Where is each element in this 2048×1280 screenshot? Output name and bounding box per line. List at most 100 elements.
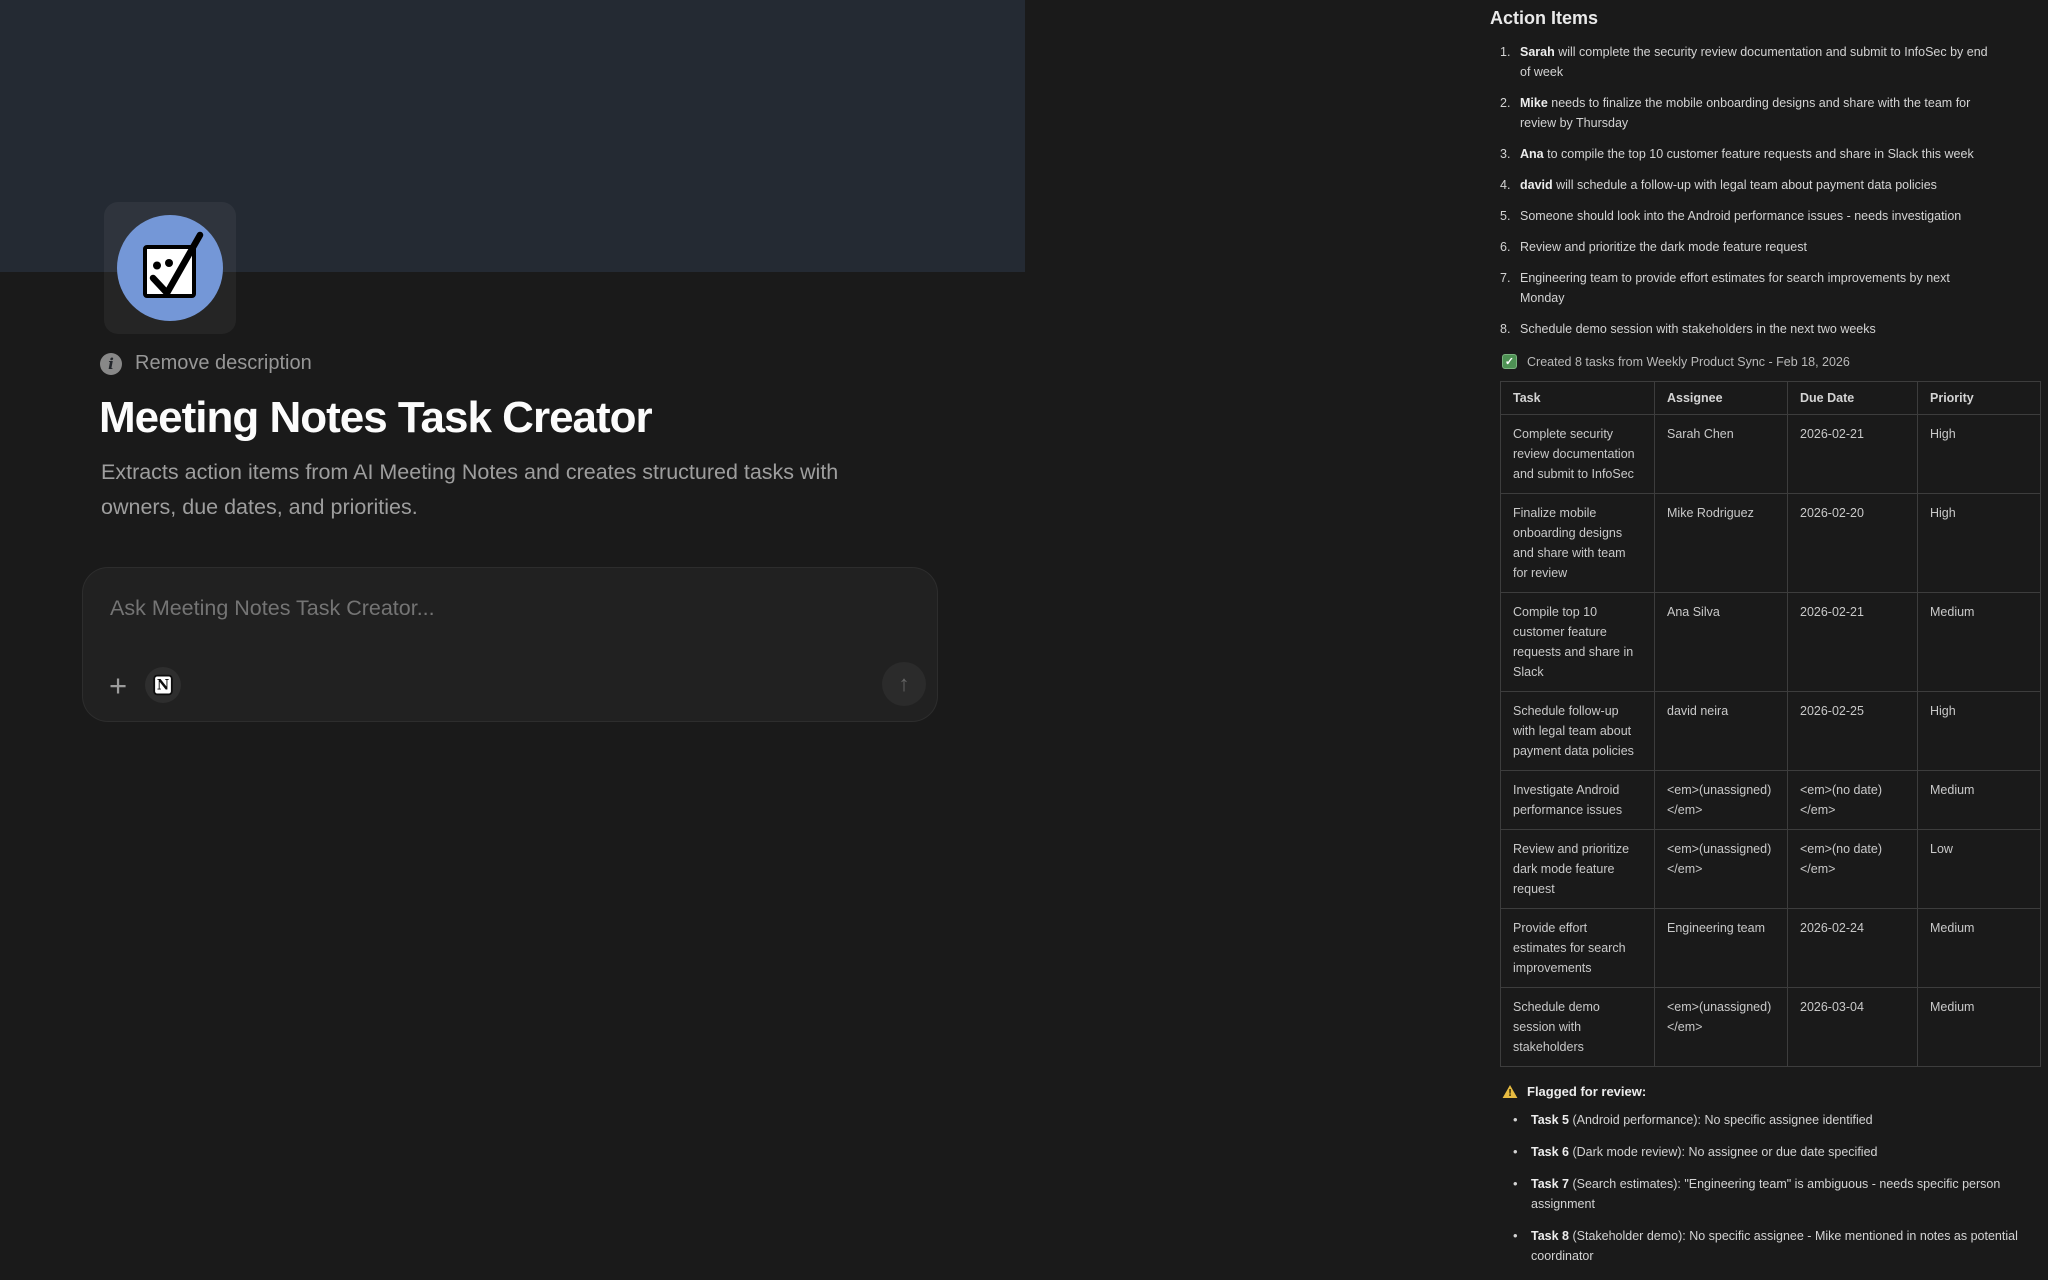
table-cell: Mike Rodriguez [1655,494,1788,593]
table-cell: 2026-02-25 [1788,692,1918,771]
table-cell: 2026-02-21 [1788,415,1918,494]
list-item: 6.Review and prioritize the dark mode fe… [1490,237,1996,257]
action-items-list: 1.Sarah will complete the security revie… [1490,42,2042,339]
svg-text:!: ! [1508,1088,1512,1099]
page-title: Meeting Notes Task Creator [99,393,652,443]
list-marker: 3. [1500,144,1520,164]
table-row: Investigate Android performance issues<e… [1501,771,2041,830]
attach-button[interactable]: + [99,667,137,705]
list-item: •Task 5 (Android performance): No specif… [1513,1110,2021,1130]
table-cell: Sarah Chen [1655,415,1788,494]
list-marker: 1. [1500,42,1520,82]
table-cell: Compile top 10 customer feature requests… [1501,593,1655,692]
status-text: Created 8 tasks from Weekly Product Sync… [1527,355,1850,369]
send-button[interactable]: ↑ [882,662,926,706]
svg-text:N: N [157,678,169,694]
list-item: •Task 6 (Dark mode review): No assignee … [1513,1142,2021,1162]
column-header: Priority [1918,382,2041,415]
table-cell: <em>(unassigned)</em> [1655,988,1788,1067]
flagged-heading-label: Flagged for review: [1527,1084,1646,1099]
response-heading: Action Items [1490,8,2042,29]
list-item: 5.Someone should look into the Android p… [1490,206,1996,226]
agent-input-box[interactable]: Ask Meeting Notes Task Creator... + N ↑ [82,567,938,722]
list-item: 1.Sarah will complete the security revie… [1490,42,1996,82]
table-cell: david neira [1655,692,1788,771]
table-cell: 2026-03-04 [1788,988,1918,1067]
arrow-up-icon: ↑ [899,671,910,697]
table-cell: Engineering team [1655,909,1788,988]
table-cell: 2026-02-20 [1788,494,1918,593]
green-check-icon: ✓ [1502,354,1517,369]
table-cell: Provide effort estimates for search impr… [1501,909,1655,988]
agent-icon-button[interactable] [104,202,236,334]
table-cell: Schedule follow-up with legal team about… [1501,692,1655,771]
remove-description-button[interactable]: i Remove description [100,352,312,375]
table-cell: Low [1918,830,2041,909]
table-cell: Medium [1918,909,2041,988]
list-marker: • [1513,1110,1531,1130]
warning-icon: ! [1502,1084,1518,1099]
list-item: 8.Schedule demo session with stakeholder… [1490,319,1996,339]
remove-description-label: Remove description [135,352,312,375]
table-row: Review and prioritize dark mode feature … [1501,830,2041,909]
table-cell: Schedule demo session with stakeholders [1501,988,1655,1067]
list-marker: 8. [1500,319,1520,339]
table-row: Schedule follow-up with legal team about… [1501,692,2041,771]
table-cell: <em>(no date)</em> [1788,771,1918,830]
table-row: Complete security review documentation a… [1501,415,2041,494]
list-item-text: Someone should look into the Android per… [1520,206,1961,226]
page-description: Extracts action items from AI Meeting No… [101,455,901,525]
list-marker: 4. [1500,175,1520,195]
table-cell: High [1918,494,2041,593]
input-placeholder: Ask Meeting Notes Task Creator... [110,596,435,621]
notion-source-button[interactable]: N [145,667,181,703]
table-cell: <em>(unassigned)</em> [1655,771,1788,830]
list-item-text: Ana to compile the top 10 customer featu… [1520,144,1974,164]
list-item-text: david will schedule a follow-up with leg… [1520,175,1937,195]
list-item-text: Schedule demo session with stakeholders … [1520,319,1876,339]
tasks-table-header: TaskAssigneeDue DatePriority [1501,382,2041,415]
flagged-list: •Task 5 (Android performance): No specif… [1490,1110,2042,1266]
list-item-text: Review and prioritize the dark mode feat… [1520,237,1807,257]
column-header: Assignee [1655,382,1788,415]
list-marker: 6. [1500,237,1520,257]
list-marker: • [1513,1226,1531,1266]
list-marker: • [1513,1174,1531,1214]
table-row: Finalize mobile onboarding designs and s… [1501,494,2041,593]
list-item-text: Task 7 (Search estimates): "Engineering … [1531,1174,2021,1214]
list-item-text: Task 8 (Stakeholder demo): No specific a… [1531,1226,2021,1266]
list-item-text: Task 5 (Android performance): No specifi… [1531,1110,1873,1130]
table-cell: 2026-02-21 [1788,593,1918,692]
checkbox-icon [116,214,224,322]
table-cell: Ana Silva [1655,593,1788,692]
list-marker: • [1513,1142,1531,1162]
status-line: ✓ Created 8 tasks from Weekly Product Sy… [1502,354,2042,369]
column-header: Task [1501,382,1655,415]
table-cell: High [1918,415,2041,494]
list-marker: 7. [1500,268,1520,308]
flagged-heading: ! Flagged for review: [1502,1084,2042,1099]
list-item: 2.Mike needs to finalize the mobile onbo… [1490,93,1996,133]
table-cell: <em>(no date)</em> [1788,830,1918,909]
plus-icon: + [109,668,127,704]
tasks-table: TaskAssigneeDue DatePriority Complete se… [1500,381,2041,1067]
response-panel[interactable]: Action Items 1.Sarah will complete the s… [1490,0,2042,1278]
table-cell: Medium [1918,771,2041,830]
notion-logo-icon: N [151,673,175,697]
table-cell: Medium [1918,988,2041,1067]
column-header: Due Date [1788,382,1918,415]
table-cell: High [1918,692,2041,771]
table-cell: Complete security review documentation a… [1501,415,1655,494]
table-cell: Investigate Android performance issues [1501,771,1655,830]
list-item: •Task 7 (Search estimates): "Engineering… [1513,1174,2021,1214]
info-icon: i [100,353,122,375]
table-cell: Finalize mobile onboarding designs and s… [1501,494,1655,593]
list-item: 7.Engineering team to provide effort est… [1490,268,1996,308]
list-item: 3.Ana to compile the top 10 customer fea… [1490,144,1996,164]
table-cell: Medium [1918,593,2041,692]
list-marker: 5. [1500,206,1520,226]
table-row: Schedule demo session with stakeholders<… [1501,988,2041,1067]
table-cell: 2026-02-24 [1788,909,1918,988]
table-cell: Review and prioritize dark mode feature … [1501,830,1655,909]
list-item: 4.david will schedule a follow-up with l… [1490,175,1996,195]
